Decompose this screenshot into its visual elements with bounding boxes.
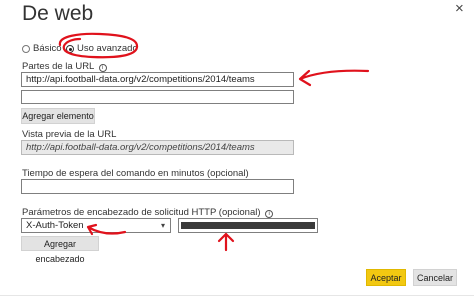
annotation-circle-advanced: [58, 32, 139, 59]
annotation-arrow-value: [217, 232, 235, 252]
annotation-arrow-header: [86, 223, 127, 236]
annotation-arrow-url: [298, 69, 370, 87]
annotation-layer: [58, 32, 370, 252]
